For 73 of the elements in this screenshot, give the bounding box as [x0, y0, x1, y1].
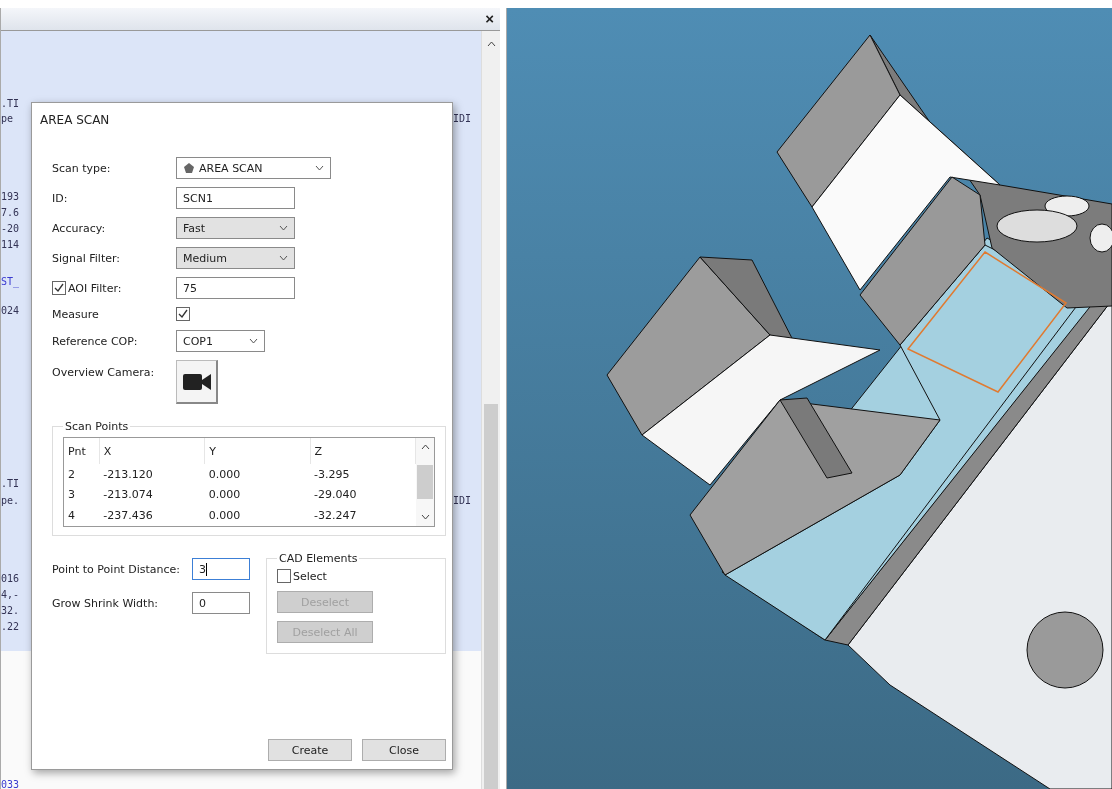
column-header: Pnt	[64, 438, 100, 464]
dialog-title: AREA SCAN	[40, 113, 111, 127]
checkbox[interactable]	[52, 281, 66, 295]
log-text: 4,-	[1, 589, 20, 601]
dropdown[interactable]: Fast	[176, 217, 295, 239]
table-cell-text: 0.000	[207, 487, 242, 504]
table-cell: -3.295	[310, 464, 416, 485]
log-text: 033	[1, 779, 20, 789]
table-cell-text: -213.074	[102, 487, 154, 504]
field-label: Measure	[52, 308, 100, 321]
input-field[interactable]: SCN1	[176, 187, 295, 209]
table-cell: -213.120	[99, 464, 205, 485]
video-camera-icon	[181, 371, 212, 392]
scrollbar-thumb[interactable]	[417, 465, 433, 499]
table-cell: 0.000	[204, 464, 311, 485]
table-cell-text: -32.247	[313, 508, 358, 525]
log-text: ST_	[1, 276, 20, 288]
dropdown-caret-icon	[279, 225, 288, 231]
table-cell-text: 0.000	[207, 508, 242, 525]
scroll-up-icon[interactable]	[420, 444, 430, 450]
column-header: Z	[310, 438, 416, 464]
field-label: Scan type:	[52, 161, 112, 175]
table-cell-text: 3	[67, 487, 76, 504]
input-field[interactable]: 3	[192, 558, 250, 580]
group-title: CAD Elements	[278, 552, 359, 565]
log-text: 016	[1, 573, 20, 585]
log-text: pe	[1, 113, 14, 125]
create-button[interactable]: Create	[268, 739, 352, 761]
table-cell-text: 4	[67, 508, 76, 525]
log-text: 024	[1, 305, 20, 317]
log-text: -20	[1, 223, 20, 235]
column-header: X	[99, 438, 205, 464]
log-text: 32.	[1, 605, 20, 617]
input-field[interactable]: 0	[192, 592, 250, 614]
scroll-up-icon[interactable]	[486, 41, 496, 47]
log-text: .22	[1, 621, 20, 633]
camera-button[interactable]	[176, 360, 218, 404]
log-text: IDI	[453, 113, 472, 125]
table-cell-text: -237.436	[102, 508, 154, 525]
log-text: 114	[1, 239, 20, 251]
dropdown[interactable]: COP1	[176, 330, 265, 352]
close-button[interactable]: Close	[362, 739, 446, 761]
field-label: Point to Point Distance:	[52, 562, 181, 576]
group-title: Scan Points	[64, 420, 130, 433]
field-label: ID:	[52, 191, 69, 205]
field-label: Reference COP:	[52, 334, 139, 348]
dropdown-caret-icon	[249, 338, 258, 344]
checkbox[interactable]	[176, 307, 190, 321]
input-field[interactable]: 75	[176, 277, 295, 299]
table-cell: 2	[64, 464, 100, 485]
log-text: IDI	[453, 495, 472, 507]
dropdown[interactable]: Medium	[176, 247, 295, 269]
log-text: pe.	[1, 495, 20, 507]
field-label: Accuracy:	[52, 221, 107, 235]
field-label: Overview Camera:	[52, 366, 156, 379]
field-label: AOI Filter:	[68, 281, 122, 295]
dropdown-caret-icon	[279, 255, 288, 261]
scrollbar-thumb[interactable]	[484, 404, 498, 789]
dropdown[interactable]: AREA SCAN	[176, 157, 331, 179]
pentagon-icon	[183, 162, 195, 174]
field-label: Grow Shrink Width:	[52, 596, 160, 610]
field-label: Signal Filter:	[52, 251, 122, 265]
log-text: .TI	[1, 98, 20, 110]
log-text: .TI	[1, 478, 20, 490]
log-text: 193	[1, 191, 20, 203]
checkbox[interactable]	[277, 569, 291, 583]
close-button[interactable]: ×	[483, 11, 496, 27]
checkbox-label: Select	[293, 569, 327, 583]
scroll-down-icon[interactable]	[420, 514, 430, 520]
table-cell-text: -29.040	[313, 487, 358, 504]
log-text: 7.6	[1, 207, 20, 219]
column-header: Y	[204, 438, 311, 464]
dropdown-caret-icon	[315, 165, 324, 171]
